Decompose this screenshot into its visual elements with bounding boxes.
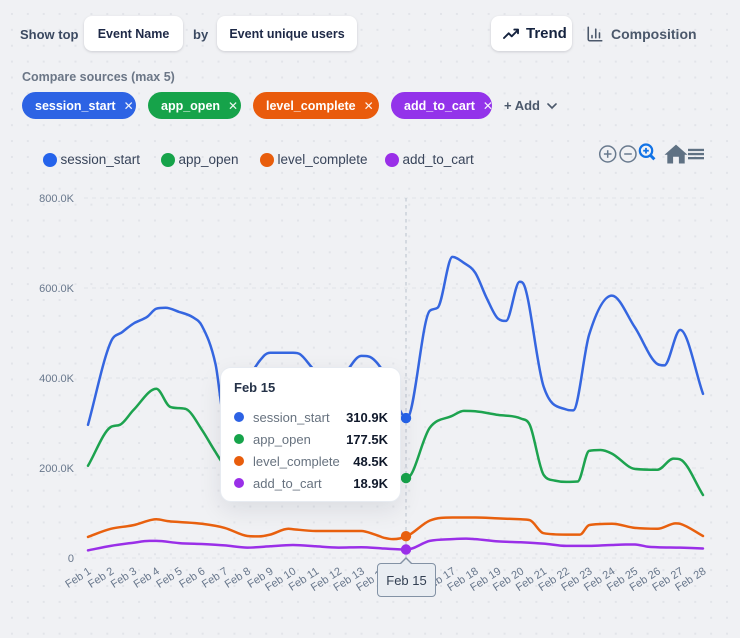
svg-text:400.0K: 400.0K xyxy=(39,373,75,385)
svg-text:600.0K: 600.0K xyxy=(39,283,75,295)
svg-text:800.0K: 800.0K xyxy=(39,193,75,205)
svg-text:0: 0 xyxy=(68,553,74,565)
svg-text:200.0K: 200.0K xyxy=(39,463,75,475)
